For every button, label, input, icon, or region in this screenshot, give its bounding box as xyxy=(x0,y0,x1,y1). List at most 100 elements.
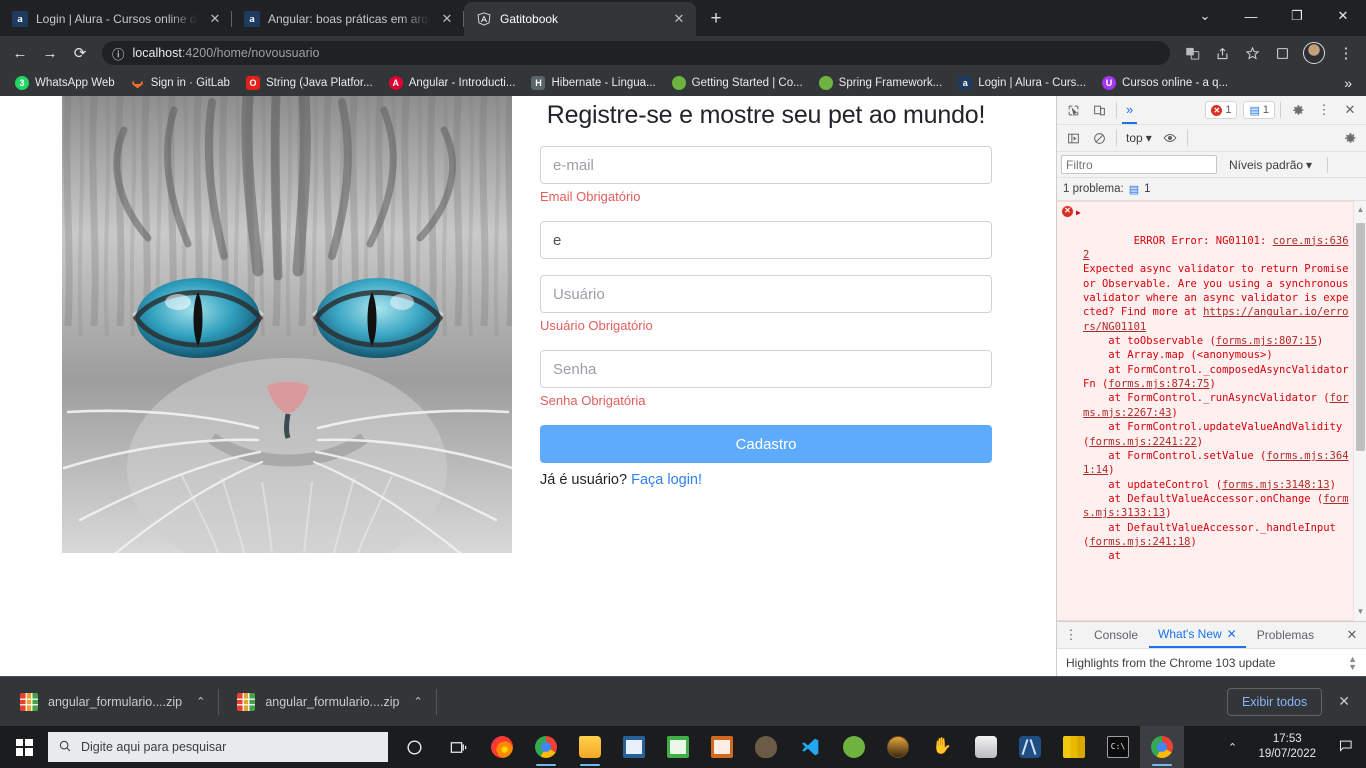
drawer-menu-icon[interactable]: ⋮ xyxy=(1059,624,1083,646)
console-settings-gear-icon[interactable] xyxy=(1338,127,1362,149)
chevron-down-icon[interactable]: ⌄ xyxy=(1182,0,1228,32)
email-field[interactable] xyxy=(540,146,992,184)
libreoffice-calc-icon[interactable] xyxy=(656,726,700,768)
new-tab-button[interactable]: + xyxy=(702,5,730,33)
bookmark-item[interactable]: Sign in · GitLab xyxy=(124,73,237,93)
page-info-icon[interactable]: ⓘ xyxy=(112,44,125,63)
stack-link[interactable]: forms.mjs:874:75 xyxy=(1108,378,1209,390)
chrome-active-icon[interactable] xyxy=(1140,726,1184,768)
more-panels-icon[interactable]: » xyxy=(1122,96,1138,124)
close-icon[interactable]: ✕ xyxy=(438,10,456,28)
bookmark-item[interactable]: O String (Java Platfor... xyxy=(239,73,380,93)
browser-tab[interactable]: a Login | Alura - Cursos online de t ✕ xyxy=(0,2,232,36)
windows-start-icon[interactable] xyxy=(0,726,48,768)
terminal-icon[interactable]: C:\ xyxy=(1096,726,1140,768)
chrome-icon[interactable] xyxy=(524,726,568,768)
download-item[interactable]: angular_formulario....zip ⌃ xyxy=(12,685,220,719)
gear-icon[interactable] xyxy=(1286,99,1310,121)
notification-icon[interactable] xyxy=(1328,738,1362,757)
stack-link[interactable]: forms.mjs:807:15 xyxy=(1216,335,1317,347)
drawer-scroll-arrows[interactable]: ▲ ▼ xyxy=(1348,654,1357,671)
error-count-badge[interactable]: ✕ 1 xyxy=(1205,101,1238,119)
postman-icon[interactable]: ✋ xyxy=(920,726,964,768)
forward-icon[interactable]: → xyxy=(36,39,64,67)
bookmark-item[interactable]: a Login | Alura - Curs... xyxy=(951,73,1093,93)
bookmark-item[interactable]: Getting Started | Co... xyxy=(665,73,810,93)
bookmark-item[interactable]: U Cursos online - a q... xyxy=(1095,73,1235,93)
console-scrollbar[interactable]: ▲ ▼ xyxy=(1353,201,1366,621)
gimp-icon[interactable] xyxy=(744,726,788,768)
console-filter-input[interactable] xyxy=(1061,155,1217,174)
bookmark-item[interactable]: A Angular - Introducti... xyxy=(382,73,523,93)
stack-link[interactable]: forms.mjs:3148:13 xyxy=(1222,479,1329,491)
device-toolbar-icon[interactable] xyxy=(1087,99,1111,121)
browser-tab[interactable]: a Angular: boas práticas em arquite ✕ xyxy=(232,2,464,36)
drawer-tab-issues[interactable]: Problemas xyxy=(1248,622,1323,648)
close-icon[interactable]: ✕ xyxy=(1227,627,1237,641)
vscode-icon[interactable] xyxy=(788,726,832,768)
message-count-badge[interactable]: ▤ 1 xyxy=(1243,101,1275,119)
close-icon[interactable]: ✕ xyxy=(670,10,688,28)
scroll-up-icon[interactable]: ▲ xyxy=(1354,203,1366,217)
bookmark-item[interactable]: 3 WhatsApp Web xyxy=(8,73,122,93)
close-window-button[interactable]: ✕ xyxy=(1320,0,1366,32)
close-icon[interactable]: ✕ xyxy=(206,10,224,28)
full-name-field[interactable] xyxy=(540,221,992,259)
spring-tools-icon[interactable] xyxy=(832,726,876,768)
address-bar[interactable]: ⓘ localhost:4200/home/novousuario xyxy=(102,41,1170,65)
scroll-down-icon[interactable]: ▼ xyxy=(1354,605,1366,619)
drawer-tab-whats-new[interactable]: What's New ✕ xyxy=(1149,622,1246,648)
log-levels-select[interactable]: Níveis padrão ▾ xyxy=(1225,158,1316,172)
stack-link[interactable]: forms.mjs:241:18 xyxy=(1089,536,1190,548)
expand-arrow-icon[interactable]: ▶ xyxy=(1076,206,1081,220)
user-field[interactable] xyxy=(540,275,992,313)
back-icon[interactable]: ← xyxy=(6,39,34,67)
maximize-button[interactable]: ❐ xyxy=(1274,0,1320,32)
submit-button[interactable]: Cadastro xyxy=(540,425,992,463)
mongodb-compass-icon[interactable] xyxy=(1008,726,1052,768)
stack-link[interactable]: forms.mjs:2241:22 xyxy=(1089,436,1196,448)
reload-icon[interactable]: ⟳ xyxy=(66,39,94,67)
translate-icon[interactable] xyxy=(1178,39,1206,67)
dbeaver-icon[interactable] xyxy=(876,726,920,768)
bookmarks-overflow-icon[interactable]: » xyxy=(1338,75,1358,91)
bookmark-item[interactable]: H Hibernate - Lingua... xyxy=(524,73,662,93)
chevron-up-icon[interactable]: ⌃ xyxy=(413,695,422,708)
firefox-icon[interactable] xyxy=(480,726,524,768)
live-expression-icon[interactable] xyxy=(1158,127,1182,149)
close-devtools-icon[interactable]: ✕ xyxy=(1338,99,1362,121)
password-field[interactable] xyxy=(540,350,992,388)
show-all-downloads-button[interactable]: Exibir todos xyxy=(1226,687,1323,716)
minimize-button[interactable]: — xyxy=(1228,0,1274,32)
share-icon[interactable] xyxy=(1208,39,1236,67)
star-icon[interactable] xyxy=(1238,39,1266,67)
bookmark-item[interactable]: Spring Framework... xyxy=(812,73,950,93)
close-shelf-icon[interactable]: ✕ xyxy=(1334,693,1354,710)
scrollbar-thumb[interactable] xyxy=(1356,223,1365,451)
powerbi-icon[interactable] xyxy=(1052,726,1096,768)
libreoffice-writer-icon[interactable] xyxy=(612,726,656,768)
browser-tab-active[interactable]: Gatitobook ✕ xyxy=(464,2,696,36)
file-explorer-icon[interactable] xyxy=(568,726,612,768)
cortana-icon[interactable] xyxy=(392,726,436,768)
devtools-menu-icon[interactable]: ⋮ xyxy=(1312,99,1336,121)
execution-context-select[interactable]: top ▾ xyxy=(1122,131,1156,145)
browser-menu-icon[interactable]: ⋮ xyxy=(1332,39,1360,67)
avatar[interactable] xyxy=(1303,42,1325,64)
inspect-element-icon[interactable] xyxy=(1061,99,1085,121)
libreoffice-impress-icon[interactable] xyxy=(700,726,744,768)
side-panel-icon[interactable] xyxy=(1268,39,1296,67)
task-view-icon[interactable] xyxy=(436,726,480,768)
show-hidden-icons-icon[interactable]: ⌃ xyxy=(1218,741,1246,754)
console-error-message[interactable]: ✕ ▶ ERROR Error: NG01101: core.mjs:6362 E… xyxy=(1057,201,1366,621)
drawer-tab-console[interactable]: Console xyxy=(1085,622,1147,648)
console-sidebar-icon[interactable] xyxy=(1061,127,1085,149)
search-input[interactable]: Digite aqui para pesquisar xyxy=(48,732,388,762)
download-item[interactable]: angular_formulario....zip ⌃ xyxy=(229,685,437,719)
clock[interactable]: 17:53 19/07/2022 xyxy=(1246,732,1328,762)
insomnia-icon[interactable] xyxy=(964,726,1008,768)
issues-bar[interactable]: 1 problema: ▤ 1 xyxy=(1057,178,1366,201)
chevron-up-icon[interactable]: ⌃ xyxy=(196,695,205,708)
login-link[interactable]: Faça login! xyxy=(631,472,702,488)
close-drawer-icon[interactable]: ✕ xyxy=(1340,624,1364,646)
